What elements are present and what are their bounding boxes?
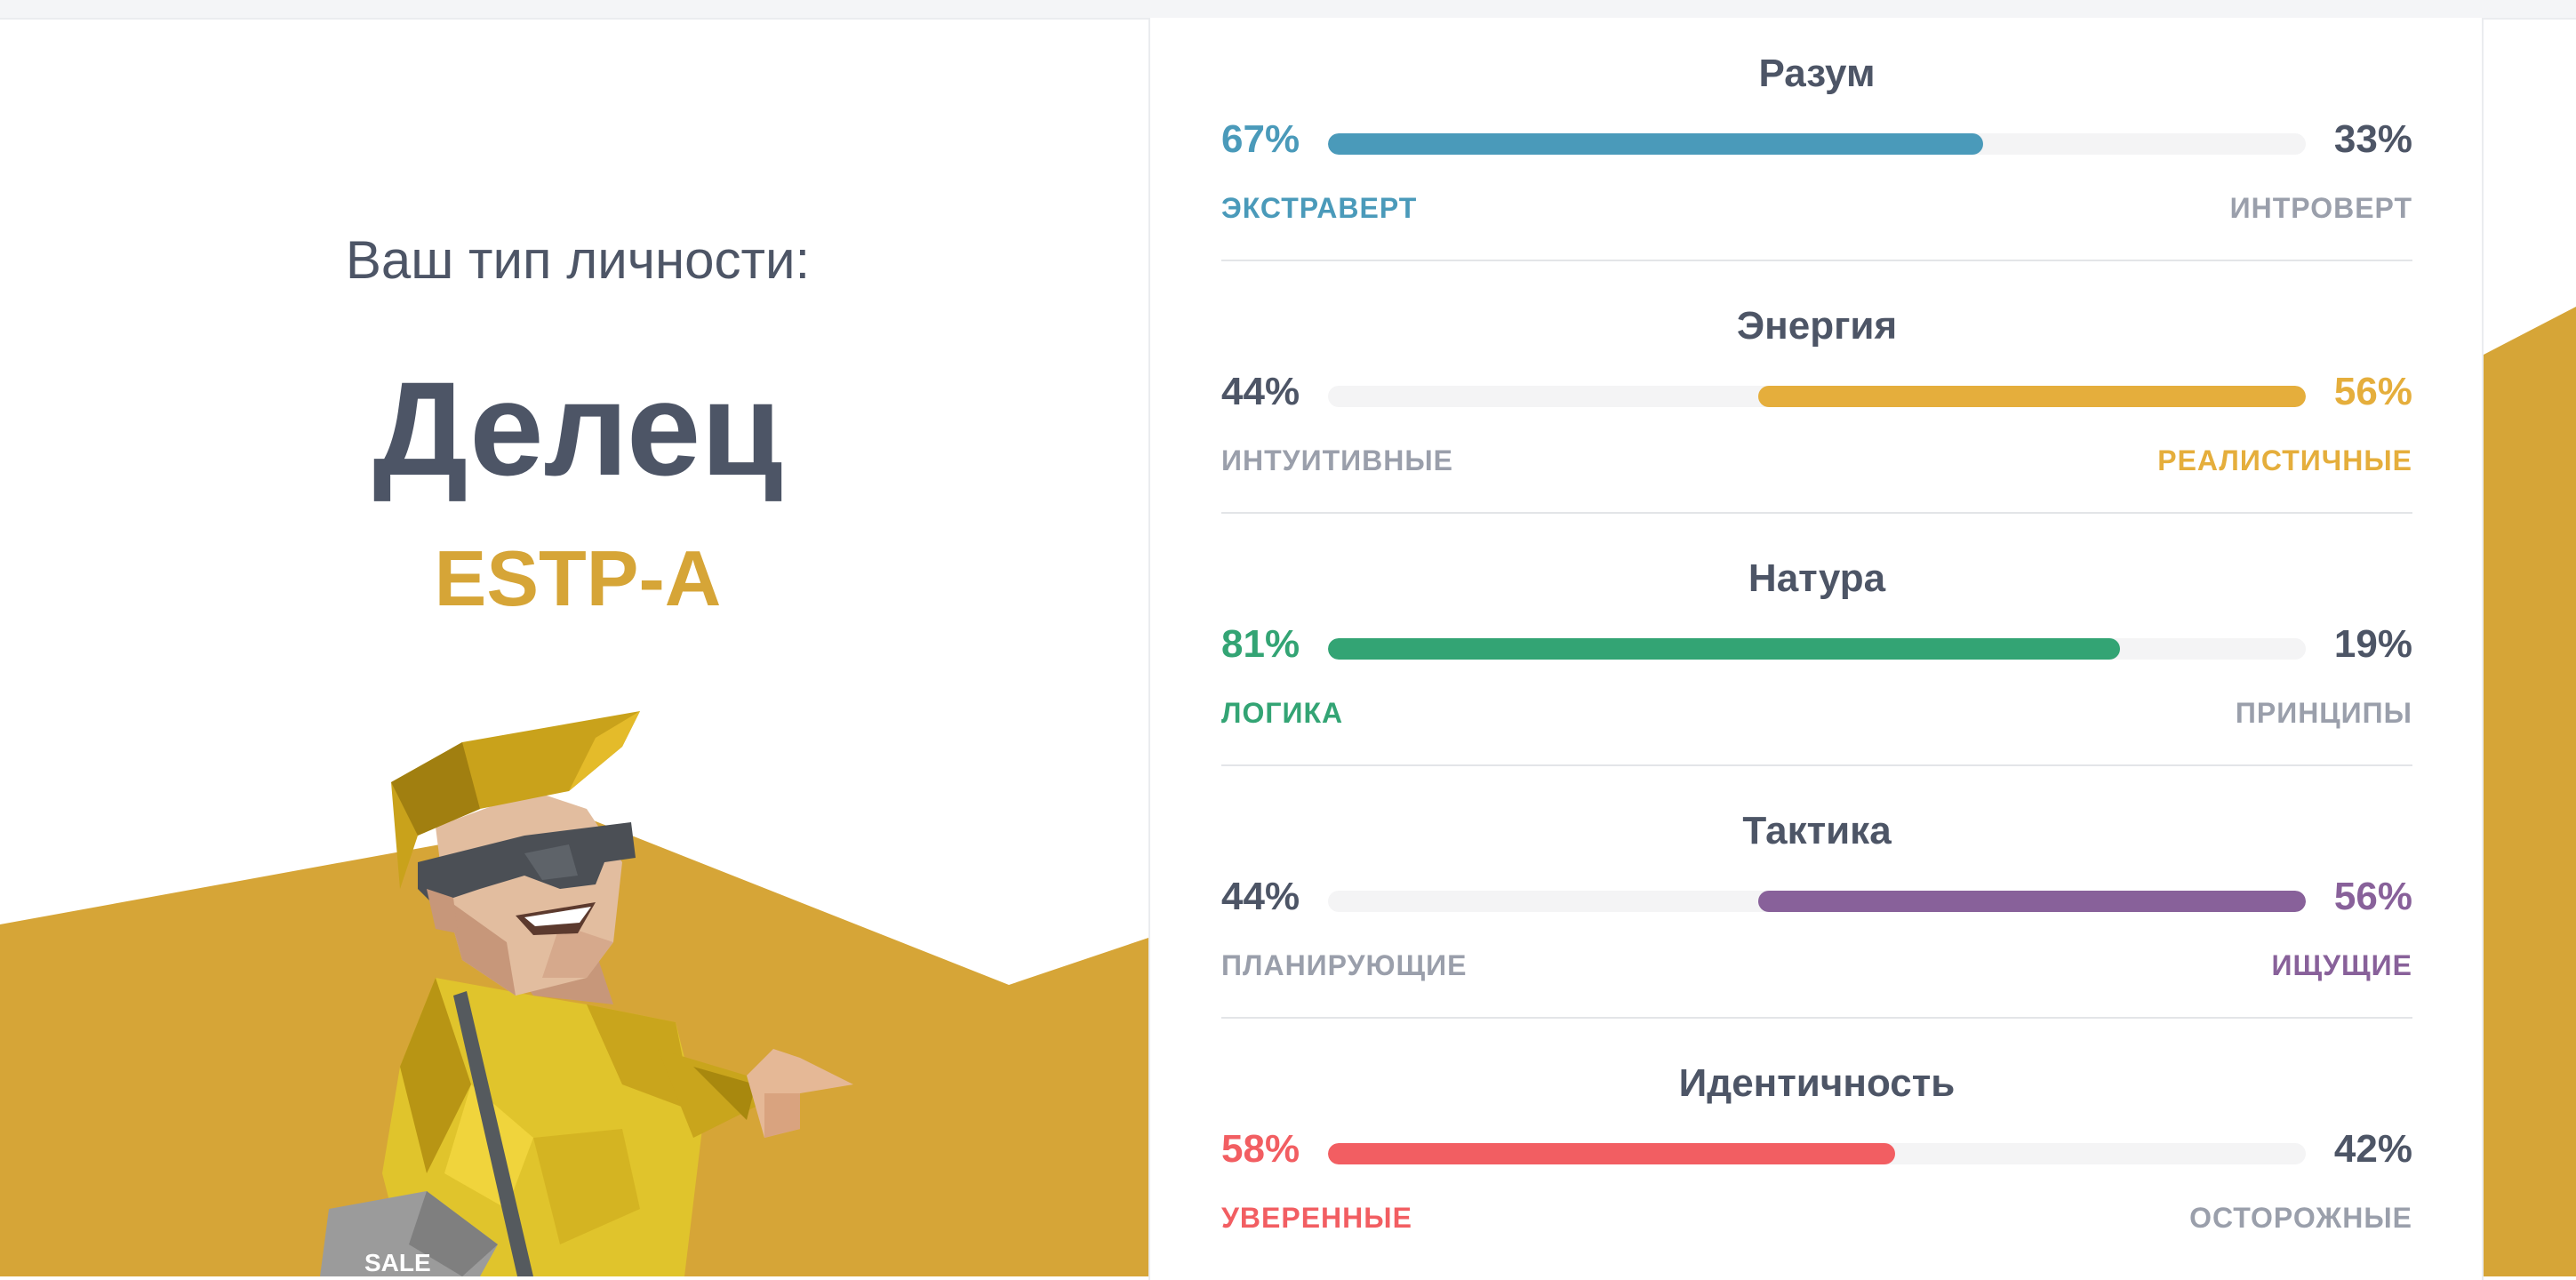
trait-left-label: ЛОГИКА [1221, 697, 1344, 729]
trait-right-label: РЕАЛИСТИЧНЫЕ [2157, 444, 2412, 476]
trait-nature: Натура 81% 19% ЛОГИКА ПРИНЦИПЫ [1221, 523, 2412, 775]
trait-bar-fill [1328, 133, 1983, 155]
trait-title: Энергия [1736, 304, 1898, 348]
trait-bar [1328, 133, 2306, 155]
trait-bar [1328, 386, 2306, 407]
trait-right-percent: 56% [2333, 875, 2412, 918]
trait-left-label: ИНТУИТИВНЫЕ [1221, 444, 1453, 476]
trait-bar [1328, 1143, 2306, 1164]
bag-sign: SALE [364, 1249, 431, 1276]
trait-left-percent: 44% [1221, 370, 1300, 413]
trait-tactics: Тактика 44% 56% ПЛАНИРУЮЩИЕ ИЩУЩИЕ [1221, 775, 2412, 1028]
trait-left-label: ПЛАНИРУЮЩИЕ [1221, 949, 1468, 981]
trait-right-label: ИНТРОВЕРТ [2229, 192, 2412, 224]
trait-left-label: УВЕРЕННЫЕ [1221, 1202, 1412, 1234]
trait-results-card: Разум 67% 33% ЭКСТРАВЕРТ ИНТРОВЕРТ Энерг… [1148, 18, 2484, 1280]
trait-identity: Идентичность 58% 42% УВЕРЕННЫЕ ОСТОРОЖНЫ… [1221, 1028, 2412, 1280]
trait-energy: Энергия 44% 56% ИНТУИТИВНЫЕ РЕАЛИСТИЧНЫЕ [1221, 270, 2412, 523]
trait-left-percent: 67% [1221, 117, 1300, 161]
trait-right-percent: 56% [2333, 370, 2412, 413]
divider [1221, 512, 2412, 514]
trait-title: Натура [1748, 556, 1886, 600]
trait-mind: Разум 67% 33% ЭКСТРАВЕРТ ИНТРОВЕРТ [1221, 18, 2412, 270]
trait-bar-fill [1758, 386, 2306, 407]
trait-bar-fill [1328, 1143, 1895, 1164]
trait-right-label: ОСТОРОЖНЫЕ [2189, 1202, 2412, 1234]
trait-bar-fill [1328, 638, 2120, 660]
personality-type-intro: Ваш тип личности: [345, 230, 811, 290]
personality-type-code: ESTP-A [434, 534, 722, 622]
trait-right-label: ПРИНЦИПЫ [2235, 697, 2412, 729]
result-panel: Ваш тип личности: Делец ESTP-A SALE [0, 0, 1148, 1276]
trait-bar-fill [1758, 891, 2306, 912]
divider [1221, 764, 2412, 766]
trait-right-percent: 33% [2333, 117, 2412, 161]
trait-left-percent: 58% [1221, 1127, 1300, 1171]
trait-title: Разум [1758, 52, 1876, 95]
personality-type-name: Делец [372, 354, 783, 503]
trait-bar [1328, 638, 2306, 660]
trait-left-percent: 44% [1221, 875, 1300, 918]
trait-left-label: ЭКСТРАВЕРТ [1221, 192, 1418, 224]
trait-right-percent: 42% [2333, 1127, 2412, 1171]
trait-right-percent: 19% [2333, 622, 2412, 666]
trait-title: Тактика [1742, 809, 1892, 852]
trait-right-label: ИЩУЩИЕ [2271, 949, 2412, 981]
trait-title: Идентичность [1678, 1061, 1956, 1105]
trait-bar [1328, 891, 2306, 912]
divider [1221, 1017, 2412, 1019]
divider [1221, 260, 2412, 261]
trait-left-percent: 81% [1221, 622, 1300, 666]
character-illustration: SALE [320, 711, 853, 1276]
